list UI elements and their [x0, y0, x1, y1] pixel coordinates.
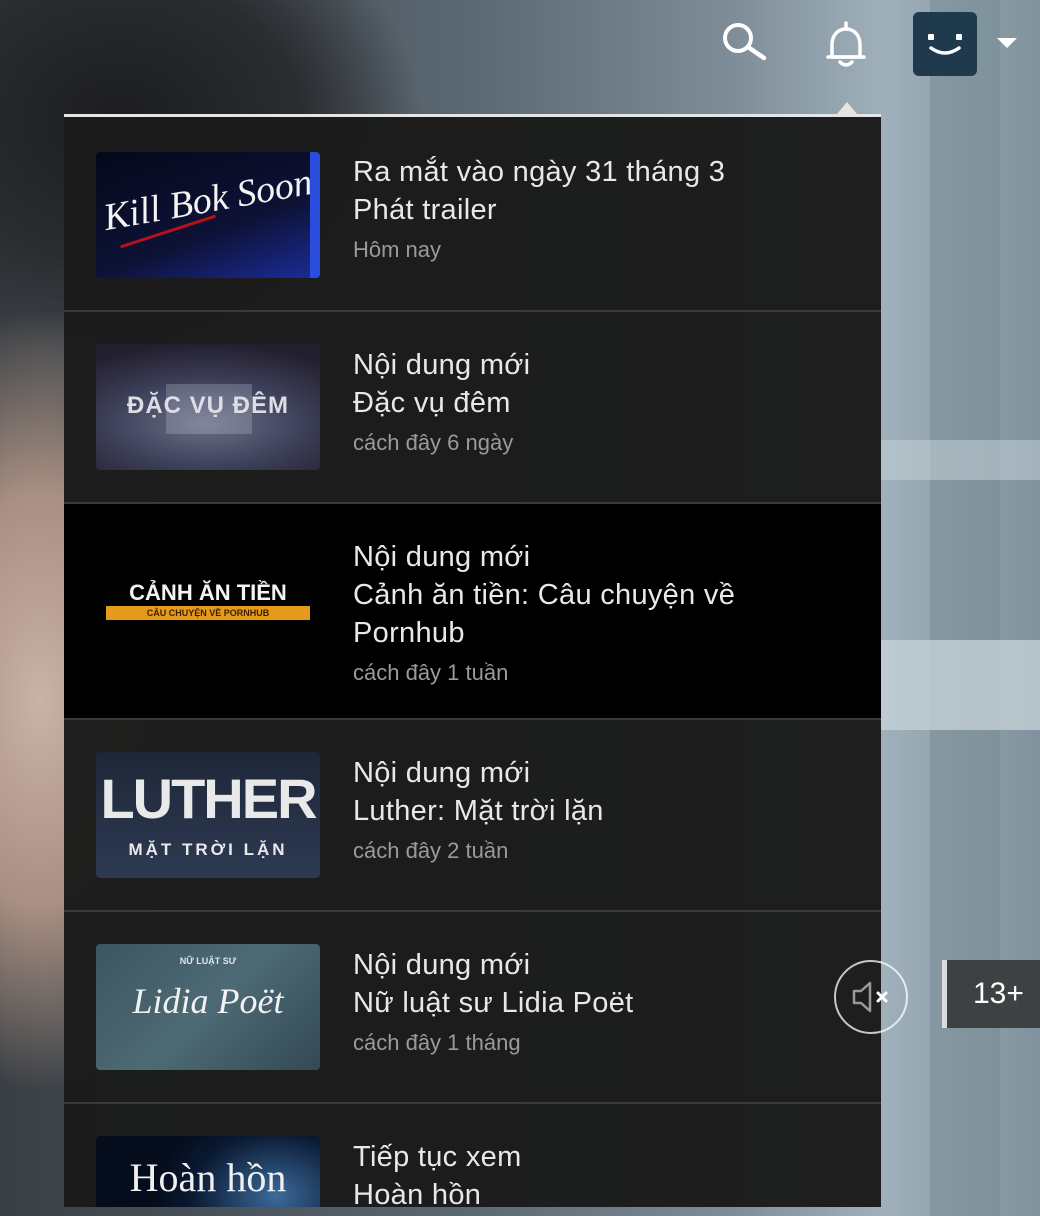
- notifications-dropdown: Kill Bok Soon Ra mắt vào ngày 31 tháng 3…: [64, 114, 881, 1207]
- profile-button[interactable]: [912, 12, 978, 76]
- background-stripe: [880, 440, 1040, 480]
- notification-item[interactable]: Kill Bok Soon Ra mắt vào ngày 31 tháng 3…: [64, 117, 881, 312]
- notification-thumbnail: NỮ LUẬT SƯ Lidia Poët: [96, 944, 320, 1070]
- thumbnail-title-text: LUTHER: [100, 767, 317, 830]
- notification-title: Nữ luật sư Lidia Poët: [353, 987, 634, 1019]
- notification-headline: Nội dung mới: [353, 541, 531, 573]
- background-stripe: [880, 640, 1040, 730]
- profile-avatar-icon: [913, 12, 977, 76]
- notification-thumbnail: ĐẶC VỤ ĐÊM: [96, 344, 320, 470]
- caret-down-icon: [997, 38, 1017, 48]
- notification-time: cách đây 1 tuần: [353, 660, 509, 685]
- notification-time: cách đây 2 tuần: [353, 838, 509, 863]
- thumbnail-title-text: Hoàn hồn: [129, 1155, 287, 1200]
- notification-item[interactable]: Hoàn hồn Tiếp tục xem Hoàn hồn: [64, 1104, 881, 1207]
- thumbnail-subtitle-text: MẶT TRỜI LẶN: [128, 840, 288, 859]
- notification-title: Luther: Mặt trời lặn: [353, 795, 604, 827]
- thumbnail-title-text: Kill Bok Soon: [100, 160, 316, 240]
- notification-headline: Ra mắt vào ngày 31 tháng 3: [353, 156, 726, 188]
- notification-title-continued: Pornhub: [353, 617, 465, 649]
- thumbnail-title-text: Lidia Poët: [132, 981, 284, 1021]
- mute-toggle-button[interactable]: [834, 960, 908, 1034]
- thumbnail-pretitle-text: NỮ LUẬT SƯ: [179, 956, 237, 966]
- notification-item[interactable]: CẢNH ĂN TIỀN CÂU CHUYỆN VỀ PORNHUB Nội d…: [64, 504, 881, 720]
- notification-title: Cảnh ăn tiền: Câu chuyện về: [353, 579, 736, 611]
- notification-title: Phát trailer: [353, 194, 497, 226]
- notification-title: Đặc vụ đêm: [353, 387, 511, 419]
- thumbnail-title-text: CẢNH ĂN TIỀN: [129, 580, 287, 605]
- maturity-rating-badge: 13+: [942, 960, 1040, 1028]
- blue-edge-decoration: [310, 152, 320, 278]
- notifications-button[interactable]: [816, 14, 876, 74]
- search-icon: [723, 23, 767, 61]
- dropdown-pointer: [837, 102, 857, 114]
- notification-time: Hôm nay: [353, 237, 442, 262]
- search-button[interactable]: [714, 14, 774, 70]
- bell-icon: [826, 21, 866, 67]
- notification-headline: Nội dung mới: [353, 757, 531, 789]
- notification-time: cách đây 6 ngày: [353, 430, 514, 455]
- notification-thumbnail: Hoàn hồn: [96, 1136, 320, 1207]
- notification-headline: Tiếp tục xem: [353, 1141, 522, 1173]
- speaker-muted-icon: [852, 981, 888, 1013]
- notification-item[interactable]: ĐẶC VỤ ĐÊM Nội dung mới Đặc vụ đêm cách …: [64, 312, 881, 504]
- notification-item[interactable]: LUTHER MẶT TRỜI LẶN Nội dung mới Luther:…: [64, 720, 881, 912]
- notification-thumbnail: LUTHER MẶT TRỜI LẶN: [96, 752, 320, 878]
- notification-time: cách đây 1 tháng: [353, 1030, 521, 1055]
- smiley-face-icon: [928, 34, 962, 55]
- background-pillar: [930, 0, 1000, 1216]
- notification-title: Hoàn hồn: [353, 1179, 482, 1207]
- profile-menu-caret[interactable]: [992, 28, 1022, 58]
- notification-thumbnail: CẢNH ĂN TIỀN CÂU CHUYỆN VỀ PORNHUB: [96, 538, 320, 662]
- notification-thumbnail: Kill Bok Soon: [96, 152, 320, 278]
- notification-item[interactable]: NỮ LUẬT SƯ Lidia Poët Nội dung mới Nữ lu…: [64, 912, 881, 1104]
- notification-headline: Nội dung mới: [353, 349, 531, 381]
- thumbnail-title-text: ĐẶC VỤ ĐÊM: [126, 392, 289, 419]
- notification-headline: Nội dung mới: [353, 949, 531, 981]
- thumbnail-subtitle-text: CÂU CHUYỆN VỀ PORNHUB: [106, 606, 310, 620]
